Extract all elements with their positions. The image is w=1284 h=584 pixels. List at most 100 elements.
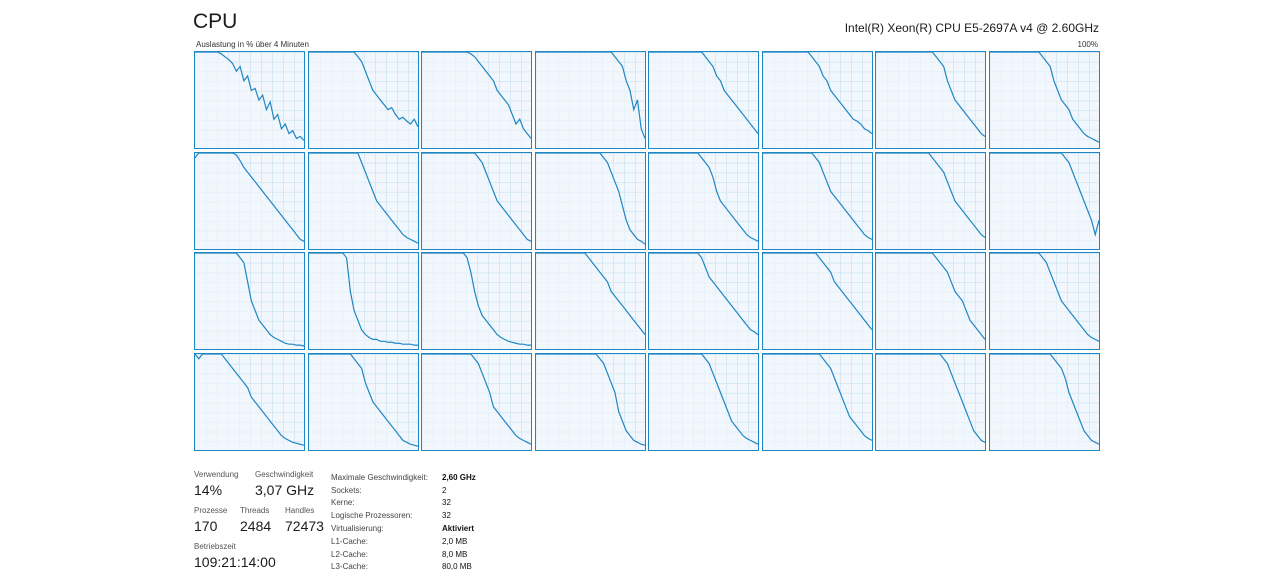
detail-row-max-speed: Maximale Geschwindigkeit: 2,60 GHz: [331, 471, 476, 484]
detail-key: L1-Cache:: [331, 536, 368, 546]
handles-label: Handles: [285, 506, 315, 515]
core-graph-3[interactable]: [534, 51, 646, 149]
core-graph-26[interactable]: [421, 352, 532, 451]
core-graph-svg: [195, 253, 304, 349]
core-graph-area-7: [989, 52, 1099, 148]
processes-label: Prozesse: [194, 506, 228, 515]
core-graph-area-26: [422, 353, 531, 450]
core-graph-svg: [876, 52, 985, 148]
detail-key: Kerne:: [331, 498, 355, 508]
uptime-label: Betriebszeit: [194, 542, 236, 551]
core-graph-29[interactable]: [761, 352, 873, 451]
core-graph-17[interactable]: [307, 252, 419, 350]
core-graph-4[interactable]: [648, 51, 759, 149]
core-graph-svg: [308, 353, 418, 450]
detail-value: 32: [442, 498, 451, 508]
detail-row-l3-cache: L3-Cache: 80,0 MB: [331, 561, 476, 574]
core-graph-area-3: [535, 52, 645, 148]
core-graph-svg: [876, 353, 985, 450]
core-graph-area-20: [649, 253, 758, 349]
core-graph-svg: [422, 353, 531, 450]
core-graph-14[interactable]: [875, 151, 986, 250]
core-graph-area-11: [535, 152, 645, 249]
core-graph-area-14: [876, 152, 985, 249]
core-graph-svg: [989, 253, 1099, 349]
core-graph-svg: [422, 52, 531, 148]
processes-stat: Prozesse 170: [194, 506, 227, 534]
core-graph-svg: [989, 152, 1099, 249]
core-graph-18[interactable]: [421, 252, 532, 350]
core-graph-6[interactable]: [875, 51, 986, 149]
core-graph-area-10: [422, 152, 531, 249]
handles-value: 72473: [285, 518, 324, 534]
detail-key: L3-Cache:: [331, 562, 368, 572]
detail-value: 2,60 GHz: [442, 472, 476, 482]
detail-value: 2: [442, 485, 447, 495]
core-graph-svg: [762, 353, 872, 450]
core-graph-28[interactable]: [648, 352, 759, 451]
core-graph-1[interactable]: [307, 51, 419, 149]
core-graph-svg: [422, 152, 531, 249]
detail-row-l2-cache: L2-Cache: 8,0 MB: [331, 548, 476, 561]
core-graph-area-30: [876, 353, 985, 450]
core-graph-27[interactable]: [534, 352, 646, 451]
core-graph-23[interactable]: [988, 252, 1100, 350]
detail-row-cores: Kerne: 32: [331, 497, 476, 510]
core-graph-24[interactable]: [194, 352, 305, 451]
core-graph-svg: [308, 152, 418, 249]
core-graph-area-23: [989, 253, 1099, 349]
usage-value: 14%: [194, 482, 223, 498]
threads-label: Threads: [240, 506, 270, 515]
detail-key: Logische Prozessoren:: [331, 511, 413, 521]
cpu-model-name: Intel(R) Xeon(R) CPU E5-2697A v4 @ 2.60G…: [844, 21, 1099, 35]
core-graph-svg: [195, 353, 304, 450]
core-graph-area-5: [762, 52, 872, 148]
core-graph-area-25: [308, 353, 418, 450]
core-graph-22[interactable]: [875, 252, 986, 350]
core-graph-area-12: [649, 152, 758, 249]
core-graph-5[interactable]: [761, 51, 873, 149]
core-graph-13[interactable]: [761, 151, 873, 250]
core-graph-11[interactable]: [534, 151, 646, 250]
core-graph-svg: [762, 253, 872, 349]
core-graph-area-18: [422, 253, 531, 349]
detail-key: Maximale Geschwindigkeit:: [331, 472, 428, 482]
detail-value: 8,0 MB: [442, 549, 468, 559]
core-graph-area-19: [535, 253, 645, 349]
core-graph-0[interactable]: [194, 51, 305, 149]
detail-value: 32: [442, 511, 451, 521]
core-graph-12[interactable]: [648, 151, 759, 250]
uptime-value: 109:21:14:00: [194, 554, 276, 570]
core-graph-7[interactable]: [988, 51, 1100, 149]
core-graph-9[interactable]: [307, 151, 419, 250]
core-graph-area-6: [876, 52, 985, 148]
detail-row-virtualization: Virtualisierung: Aktiviert: [331, 522, 476, 535]
core-graph-svg: [195, 152, 304, 249]
core-graph-15[interactable]: [988, 151, 1100, 250]
core-graph-10[interactable]: [421, 151, 532, 250]
core-graph-31[interactable]: [988, 352, 1100, 451]
core-graph-16[interactable]: [194, 252, 305, 350]
core-graph-2[interactable]: [421, 51, 532, 149]
core-graph-area-2: [422, 52, 531, 148]
core-graph-area-13: [762, 152, 872, 249]
core-graph-svg: [989, 52, 1099, 148]
cpu-details-table: Maximale Geschwindigkeit: 2,60 GHz Socket…: [331, 471, 476, 573]
core-graph-20[interactable]: [648, 252, 759, 350]
core-graph-21[interactable]: [761, 252, 873, 350]
axis-max-label: 100%: [1077, 40, 1098, 49]
core-graph-area-27: [535, 353, 645, 450]
core-graph-svg: [535, 253, 645, 349]
core-graph-19[interactable]: [534, 252, 646, 350]
core-graph-8[interactable]: [194, 151, 305, 250]
core-graph-svg: [649, 253, 758, 349]
core-graph-svg: [876, 253, 985, 349]
core-graph-svg: [308, 253, 418, 349]
speed-value: 3,07 GHz: [255, 482, 315, 498]
speed-label: Geschwindigkeit: [255, 470, 314, 479]
core-graph-area-8: [195, 152, 304, 249]
core-graph-30[interactable]: [875, 352, 986, 451]
logical-processor-graphs[interactable]: [194, 51, 1100, 451]
core-graph-svg: [308, 52, 418, 148]
core-graph-25[interactable]: [307, 352, 419, 451]
